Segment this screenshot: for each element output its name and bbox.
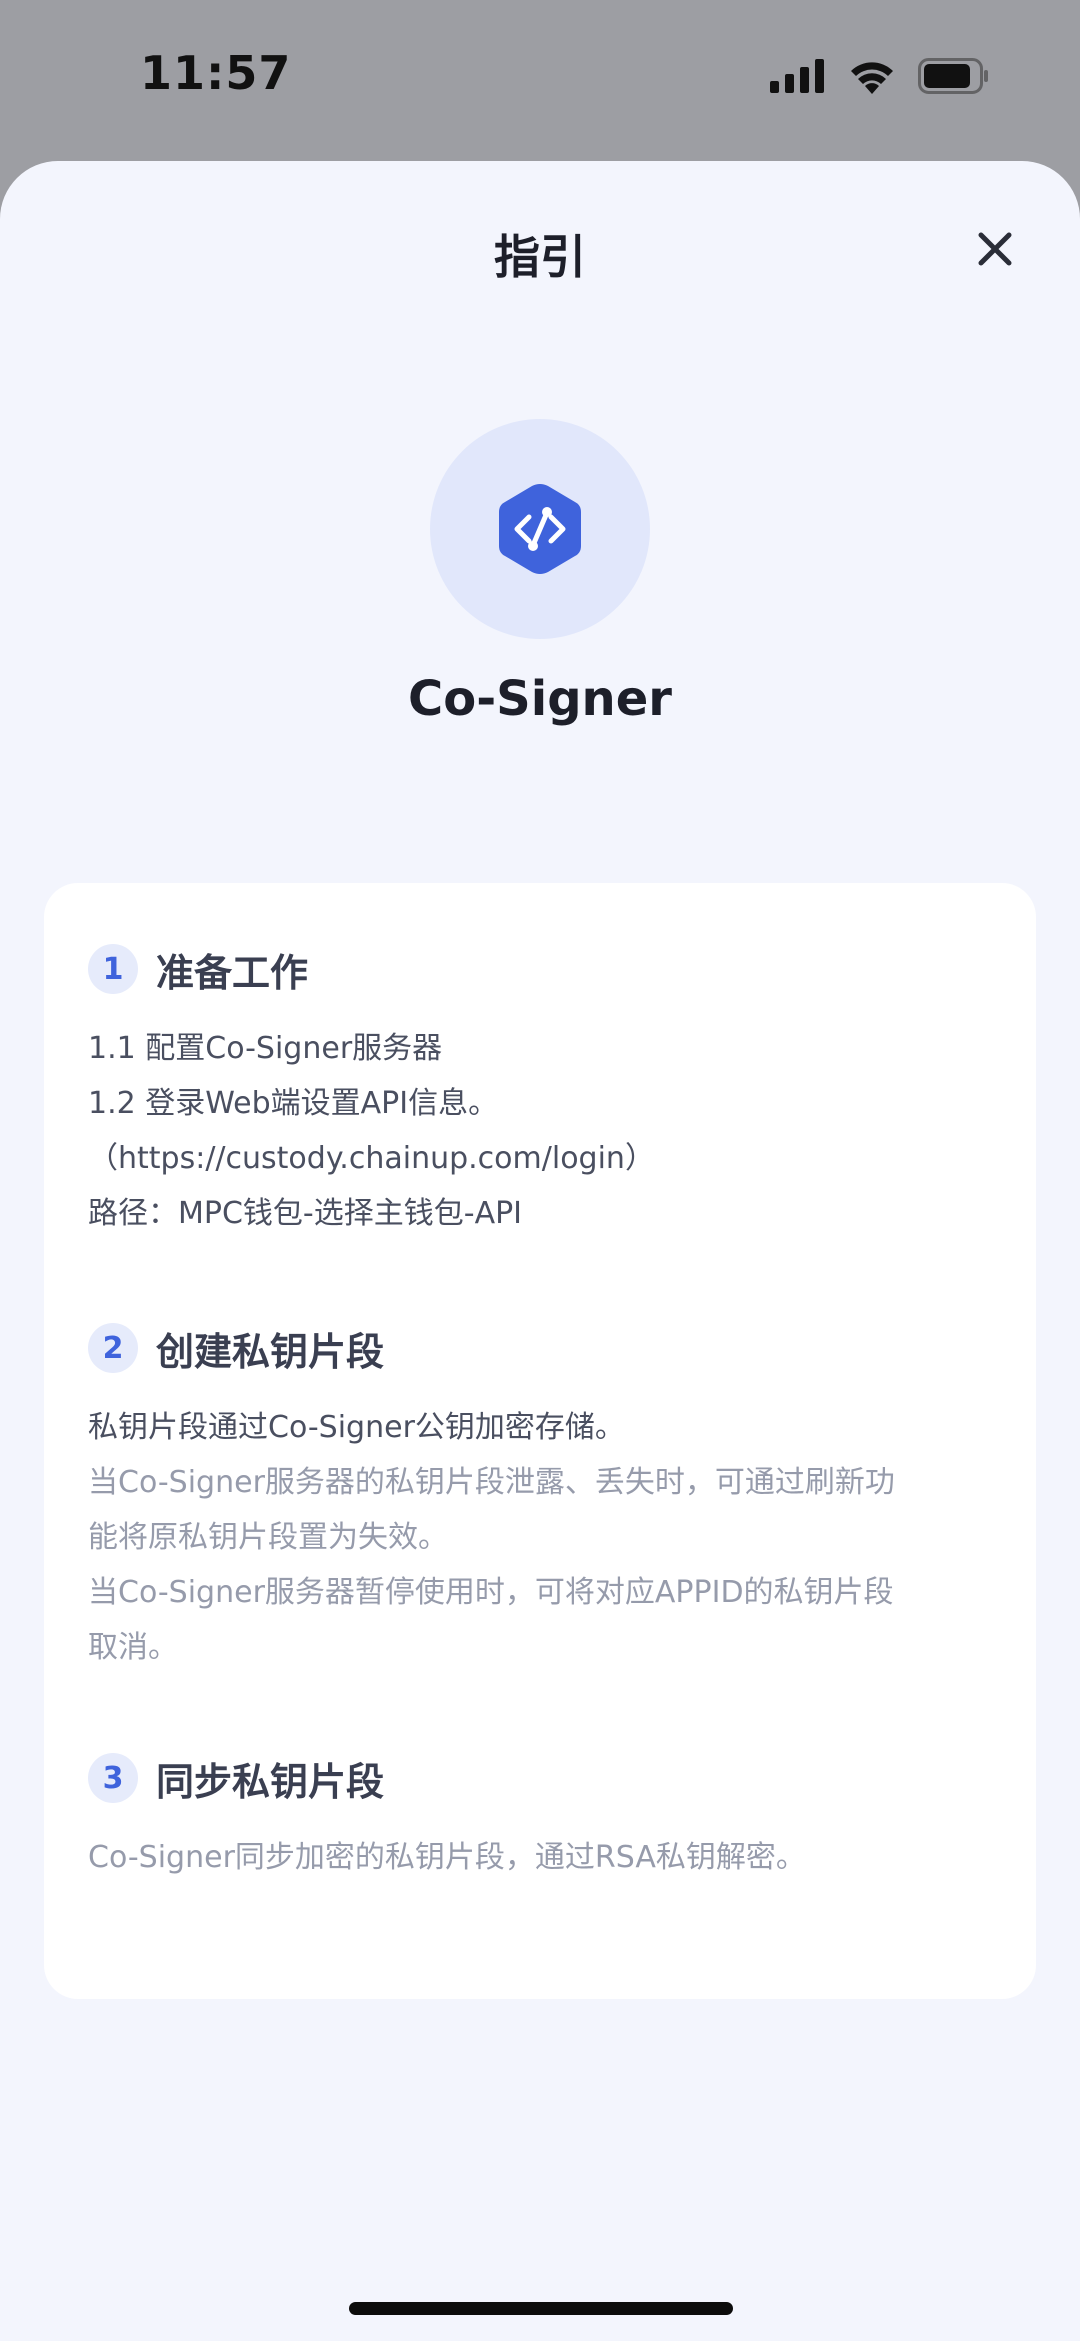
sheet-title: 指引: [494, 230, 586, 284]
guide-text-line: 取消。: [88, 1630, 178, 1665]
co-signer-logo-icon: [499, 484, 581, 574]
app-name: Co-Signer: [408, 671, 672, 727]
guide-text-line: 1.1 配置Co-Signer服务器: [88, 1031, 443, 1066]
step-badge: 3: [88, 1753, 138, 1803]
section-title: 创建私钥片段: [156, 1329, 385, 1374]
guide-text-line: 1.2 登录Web端设置API信息。: [88, 1086, 499, 1121]
step-badge: 1: [88, 944, 138, 994]
step-badge: 2: [88, 1323, 138, 1373]
section-header: 3 同步私钥片段: [88, 1748, 1008, 1808]
section-header: 2 创建私钥片段: [88, 1318, 1008, 1378]
guide-text-line: 路径：MPC钱包-选择主钱包-API: [88, 1196, 523, 1231]
status-icons: [770, 58, 990, 98]
section-header: 1 准备工作: [88, 939, 1008, 999]
section-title: 同步私钥片段: [156, 1759, 385, 1804]
guide-card: 1 准备工作 1.1 配置Co-Signer服务器 1.2 登录Web端设置AP…: [44, 883, 1036, 1999]
home-indicator[interactable]: [349, 2302, 733, 2315]
guide-url-text: （https://custody.chainup.com/login）: [88, 1141, 655, 1176]
status-time: 11:57: [140, 46, 292, 100]
guide-text-line: 当Co-Signer服务器暂停使用时，可将对应APPID的私钥片段: [88, 1575, 894, 1610]
wifi-icon: [848, 58, 896, 98]
close-icon: [978, 232, 1012, 266]
guide-text-line: 私钥片段通过Co-Signer公钥加密存储。: [88, 1410, 625, 1445]
battery-icon: [918, 58, 990, 98]
guide-section-3: 3 同步私钥片段 Co-Signer同步加密的私钥片段，通过RSA私钥解密。: [88, 1748, 1008, 1885]
section-title: 准备工作: [156, 950, 309, 995]
guide-section-2: 2 创建私钥片段 私钥片段通过Co-Signer公钥加密存储。 当Co-Sign…: [88, 1318, 1008, 1675]
status-bar: 11:57: [0, 0, 1080, 160]
section-body: 私钥片段通过Co-Signer公钥加密存储。 当Co-Signer服务器的私钥片…: [88, 1400, 1008, 1675]
guide-section-1: 1 准备工作 1.1 配置Co-Signer服务器 1.2 登录Web端设置AP…: [88, 939, 1008, 1241]
guide-sheet: 指引 Co-Signer 1 准备工作 1.1 配置Co-Signer服务器 1…: [0, 161, 1080, 2341]
section-body: Co-Signer同步加密的私钥片段，通过RSA私钥解密。: [88, 1830, 1008, 1885]
close-button[interactable]: [972, 226, 1018, 272]
section-body: 1.1 配置Co-Signer服务器 1.2 登录Web端设置API信息。 （h…: [88, 1021, 1008, 1241]
guide-text-line: 能将原私钥片段置为失效。: [88, 1520, 448, 1555]
guide-text-line: 当Co-Signer服务器的私钥片段泄露、丢失时，可通过刷新功: [88, 1465, 895, 1500]
cellular-signal-icon: [770, 59, 826, 97]
guide-text-line: Co-Signer同步加密的私钥片段，通过RSA私钥解密。: [88, 1840, 806, 1875]
app-icon-circle: [430, 419, 650, 639]
